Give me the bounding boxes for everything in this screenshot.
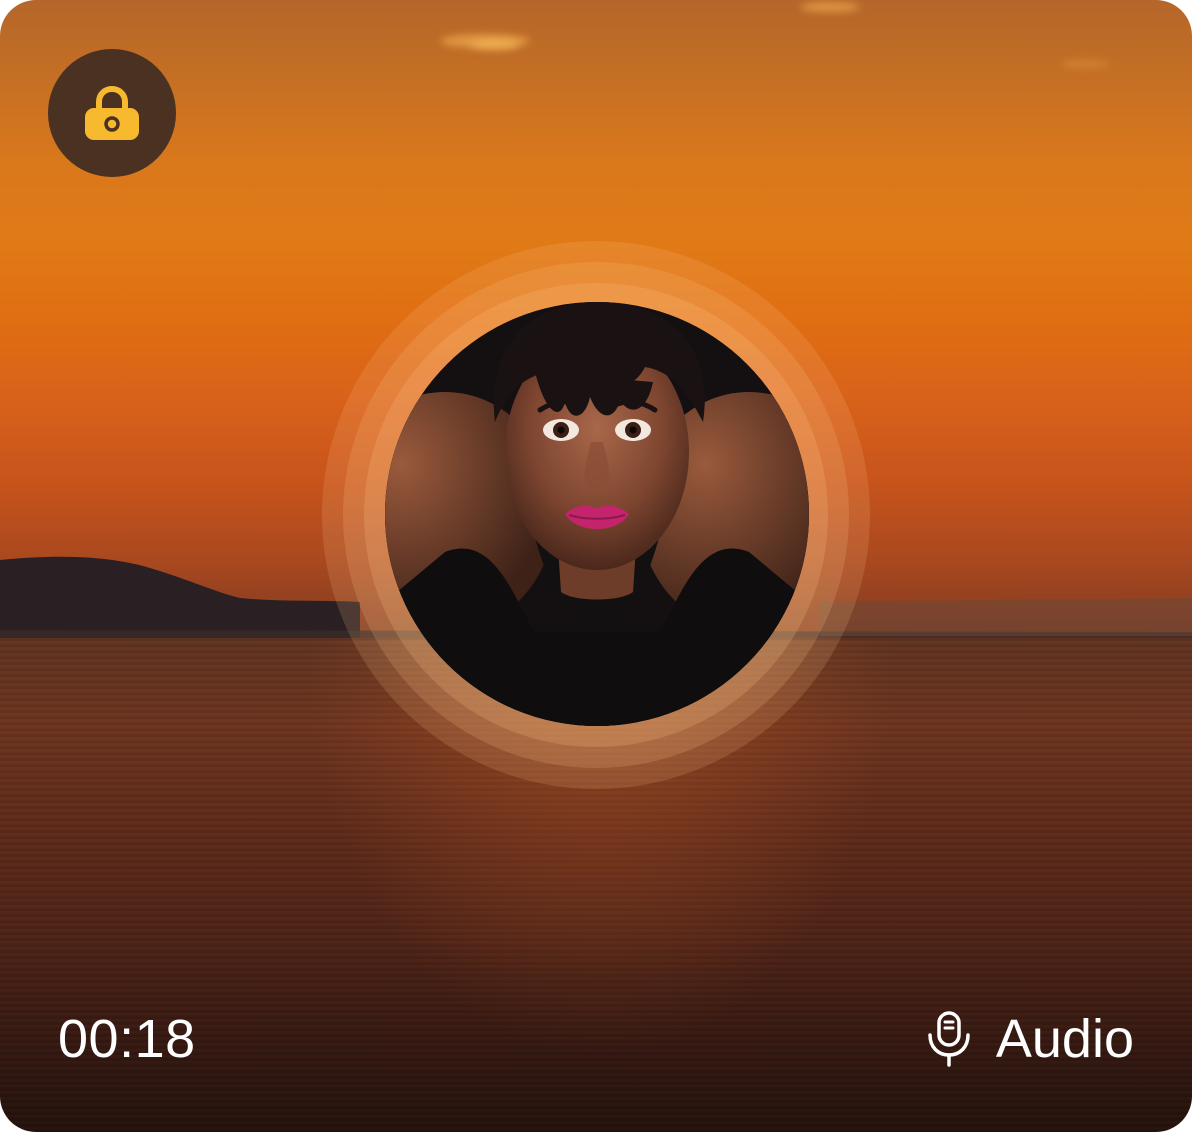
microphone-icon xyxy=(928,1011,970,1067)
caller-avatar xyxy=(385,302,809,726)
lock-button[interactable] xyxy=(48,49,176,177)
audio-mode-label: Audio xyxy=(995,1009,1134,1069)
lock-icon xyxy=(85,85,139,140)
audio-mode-button[interactable]: Audio xyxy=(926,1008,1134,1070)
call-screen: 00:18 Audio xyxy=(0,0,1192,1132)
call-duration: 00:18 xyxy=(58,1009,196,1069)
